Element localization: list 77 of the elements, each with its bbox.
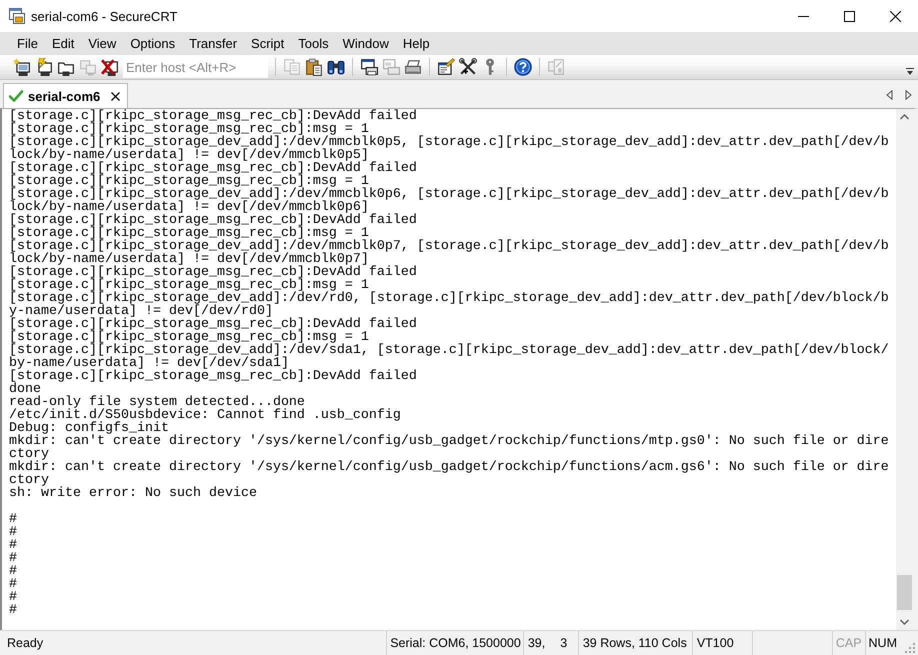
terminal-line: lock/by-name/userdata] != dev[/dev/mmcblk0p7] [9,253,370,266]
terminal-line: [storage.c][rkipc_storage_dev_add]:/dev/mmcblk0p6, [storage.c][rkipc_storage_dev_add]:dev_attr.dev_path[/dev/b [9,188,890,201]
connection-status: Serial: COM6, 1500000 [386,631,523,655]
host-field[interactable]: Enter host <Alt+R> [123,56,268,78]
window-title: serial-com6 - SecureCRT [31,8,178,24]
terminal-line: read-only file system detected...done [9,396,306,409]
terminal-line: # [9,591,18,604]
terminal-line: [storage.c][rkipc_storage_msg_rec_cb]:DevAdd failed [9,110,418,123]
terminal-line: # [9,552,18,565]
terminal-line: [storage.c][rkipc_storage_dev_add]:/dev/rd0, [storage.c][rkipc_storage_dev_add]:dev_attr.dev_path[/dev/block/b [9,292,890,305]
terminal-line: mkdir: can't create directory '/sys/kernel/config/usb_gadget/rockchip/functions/mtp.gs0': No such file or dire [9,435,890,448]
menu-item[interactable]: View [81,36,124,51]
menu-item[interactable]: Window [336,36,396,51]
terminal-size: 39 Rows, 110 Cols [578,631,692,655]
window-icon [9,8,25,24]
terminal-line: [storage.c][rkipc_storage_msg_rec_cb]:msg = 1 [9,331,370,344]
clipboard-icon[interactable] [305,58,323,76]
terminal-line: lock/by-name/userdata] != dev[/dev/mmcblk0p6] [9,201,370,214]
terminal-line: [storage.c][rkipc_storage_msg_rec_cb]:msg = 1 [9,123,369,136]
terminal-line: [storage.c][rkipc_storage_dev_add]:/dev/mmcblk0p5, [storage.c][rkipc_storage_dev_add]:dev_attr.dev_path[/dev/b [9,136,890,149]
crossed-tools-icon[interactable] [459,58,477,76]
terminal-line: # [9,513,18,526]
status-message: Ready [6,635,44,652]
emulation-status: VT100 [692,631,752,655]
close-icon[interactable] [111,92,120,100]
key-indicator: NUM [864,631,900,655]
terminal-line: [storage.c][rkipc_storage_msg_rec_cb]:msg = 1 [9,175,369,188]
overflow-icon[interactable] [906,68,914,76]
cross-computer-icon[interactable] [101,58,119,76]
terminal-line: [storage.c][rkipc_storage_msg_rec_cb]:DevAdd failed [9,214,418,227]
terminal-line: /etc/init.d/S50usbdevice: Cannot find .usb_config [9,409,402,422]
terminal-line: by-name/userdata] != dev[/dev/sda1] [9,357,289,370]
scrollbar-thumb[interactable] [897,575,912,610]
terminal-line: # [9,539,18,552]
terminal-line: # [9,578,18,591]
terminal-line: [storage.c][rkipc_storage_msg_rec_cb]:msg = 1 [9,227,369,240]
menu-item[interactable]: Options [123,36,182,51]
cursor-row: 39, [528,636,546,650]
computer-star-icon[interactable] [13,58,31,76]
window-pencil-icon[interactable] [437,58,455,76]
terminal-line: [storage.c][rkipc_storage_msg_rec_cb]:DevAdd failed [9,162,418,175]
session-tab[interactable]: serial-com6 [3,83,128,108]
terminal-line: [storage.c][rkipc_storage_msg_rec_cb]:DevAdd failed [9,370,418,383]
terminal-line: # [9,604,18,617]
terminal-line: [storage.c][rkipc_storage_msg_rec_cb]:DevAdd failed [9,318,418,331]
left-arrow-icon[interactable] [886,90,893,100]
help-icon[interactable] [514,58,532,76]
printer-icon[interactable] [404,58,422,76]
terminal-line: [storage.c][rkipc_storage_msg_rec_cb]:msg = 1 [9,279,370,292]
terminal-line: ctory [9,448,49,461]
cursor-column: 3 [560,636,568,650]
right-arrow-icon[interactable] [905,90,912,100]
terminal-line: done [9,383,41,396]
terminal-line: Debug: configfs_init [9,422,170,435]
terminal-line: mkdir: can't create directory '/sys/kernel/config/usb_gadget/rockchip/functions/acm.gs6': No such file or dire [9,461,890,474]
menu-item[interactable]: Script [244,36,292,51]
resize-grip-icon[interactable] [905,643,915,653]
terminal-line: ctory [9,474,49,487]
check-icon [9,90,23,102]
scrollbar[interactable] [896,109,913,630]
menu-item[interactable]: File [10,36,45,51]
menu-item[interactable]: Tools [291,36,336,51]
computer-lightning-icon[interactable] [35,58,53,76]
menu-item[interactable]: Transfer [182,36,244,51]
terminal-line: y-name/userdata] != dev[/dev/rd0] [9,305,273,318]
terminal-line: [storage.c][rkipc_storage_dev_add]:/dev/sda1, [storage.c][rkipc_storage_dev_add]:dev_attr.dev_path[/dev/block/ [9,344,890,357]
terminal-line: # [9,526,18,539]
menu-item[interactable]: Help [396,36,437,51]
terminal-line: # [9,565,18,578]
terminal-line: lock/by-name/userdata] != dev[/dev/mmcblk0p5] [9,149,370,162]
binoculars-icon[interactable] [327,58,345,76]
terminal-line: [storage.c][rkipc_storage_msg_rec_cb]:DevAdd failed [9,266,418,279]
terminal-line: [storage.c][rkipc_storage_dev_add]:/dev/mmcblk0p7, [storage.c][rkipc_storage_dev_add]:dev_attr.dev_path[/dev/b [9,240,890,253]
terminal-line: sh: write error: No such device [9,487,258,500]
key-indicator: CAP [832,631,865,655]
screen-printer-icon[interactable] [360,58,378,76]
menu-item[interactable]: Edit [44,36,82,51]
